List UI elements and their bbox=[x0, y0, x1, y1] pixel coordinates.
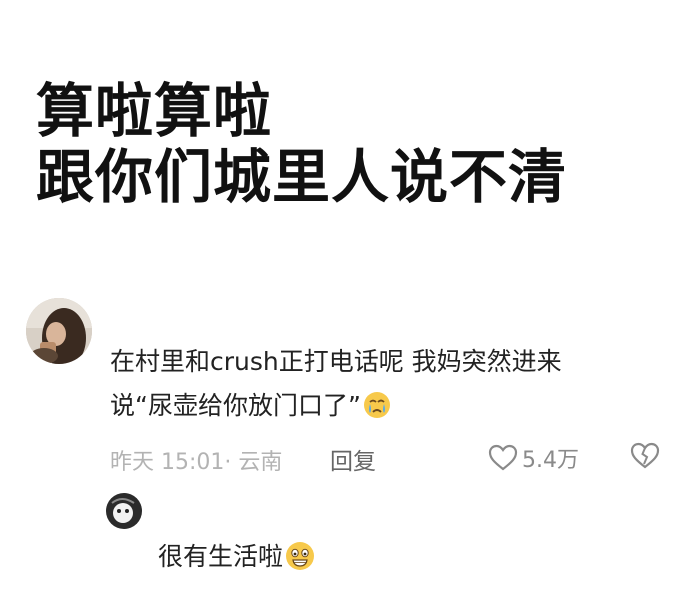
comment-body: 在村里和crush正打电话呢 我妈突然进来 说“尿壶给你放门口了” bbox=[110, 340, 670, 428]
replier-avatar-image bbox=[106, 493, 142, 529]
meta-separator: · bbox=[224, 450, 232, 475]
sub-reply: 很有生活啦 bbox=[158, 537, 315, 573]
dislike-button[interactable] bbox=[630, 442, 660, 476]
commenter-avatar[interactable] bbox=[26, 298, 92, 364]
like-count: 5.4万 bbox=[522, 448, 579, 473]
broken-heart-icon bbox=[630, 442, 660, 469]
meme-caption: 算啦算啦 跟你们城里人说不清 bbox=[36, 78, 567, 210]
crying-face-icon bbox=[363, 392, 390, 418]
like-button[interactable]: 5.4万 bbox=[488, 440, 579, 476]
comment-time: 昨天 15:01 bbox=[110, 450, 225, 475]
sub-reply-text: 很有生活啦 bbox=[158, 542, 284, 571]
caption-line-2: 跟你们城里人说不清 bbox=[36, 143, 568, 211]
comment-line-1: 在村里和crush正打电话呢 我妈突然进来 bbox=[110, 347, 562, 376]
timestamp-location: 昨天 15:01· 云南 bbox=[110, 444, 282, 476]
comment-meta: 昨天 15:01· 云南 回复 5.4万 bbox=[110, 438, 670, 478]
comment-location: 云南 bbox=[238, 450, 283, 475]
avatar-photo bbox=[26, 298, 92, 364]
comment-line-2: 说“尿壶给你放门口了” bbox=[110, 384, 670, 428]
caption-line-1: 算啦算啦 bbox=[36, 77, 273, 145]
replier-avatar[interactable] bbox=[106, 493, 142, 529]
reply-button[interactable]: 回复 bbox=[330, 442, 376, 476]
heart-icon bbox=[488, 444, 518, 471]
comment-line-2-text: 说“尿壶给你放门口了” bbox=[110, 391, 361, 420]
grinning-face-icon bbox=[286, 542, 315, 570]
